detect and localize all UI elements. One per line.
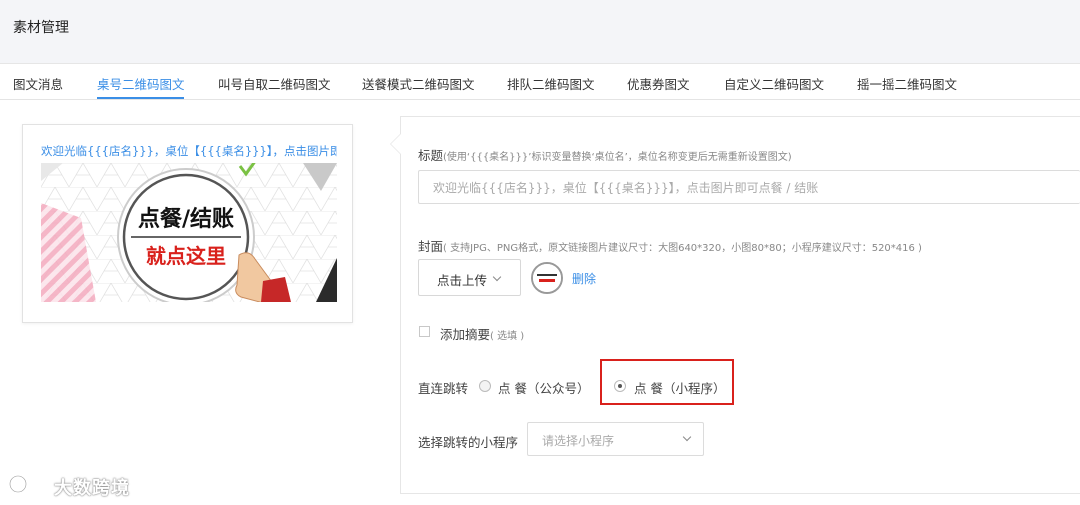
upload-button-label: 点击上传 [437, 273, 488, 288]
jump-option-official-account[interactable]: 点 餐（公众号） [498, 378, 589, 397]
tab-queue-qrcode[interactable]: 排队二维码图文 [507, 74, 595, 93]
title-label-row: 标题(使用‘{{{桌名}}}’标识变量替换‘桌位名’，桌位名称变更后无需重新设置… [418, 145, 792, 164]
chevron-down-icon [682, 432, 692, 442]
preview-card: 欢迎光临{{{店名}}}，桌位【{{{桌名}}}】，点击图片即... 点餐/结账 [22, 124, 353, 323]
cover-thumbnail [531, 262, 563, 294]
cover-label-row: 封面( 支持JPG、PNG格式，原文链接图片建议尺寸：大图640*320，小图8… [418, 236, 922, 255]
add-summary-checkbox[interactable] [419, 326, 430, 337]
title-input-placeholder: 欢迎光临{{{店名}}}，桌位【{{{桌名}}}】，点击图片即可点餐 / 结账 [433, 181, 819, 195]
watermark-logo-icon [8, 474, 44, 494]
preview-banner-image: 点餐/结账 就点这里 [41, 163, 337, 302]
title-hint: (使用‘{{{桌名}}}’标识变量替换‘桌位名’，桌位名称变更后无需重新设置图文… [443, 152, 792, 163]
tab-shake-qrcode[interactable]: 摇一摇二维码图文 [857, 74, 957, 93]
banner-line1: 点餐/结账 [138, 206, 234, 232]
watermark: 大数跨境 [8, 470, 129, 500]
mini-program-placeholder: 请选择小程序 [542, 434, 615, 448]
watermark-text: 大数跨境 [54, 478, 130, 499]
cover-hint: ( 支持JPG、PNG格式，原文链接图片建议尺寸：大图640*320，小图80*… [443, 243, 922, 254]
active-tab-underline [97, 97, 184, 99]
tab-bar: 图文消息 桌号二维码图文 叫号自取二维码图文 送餐模式二维码图文 排队二维码图文… [0, 64, 1080, 100]
summary-hint: ( 选填 ) [490, 331, 525, 342]
title-label: 标题 [418, 148, 444, 163]
mini-program-select[interactable]: 请选择小程序 [527, 422, 704, 456]
jump-radio-mini-program[interactable] [614, 380, 626, 392]
tab-coupon[interactable]: 优惠券图文 [627, 74, 690, 93]
delete-cover-link[interactable]: 删除 [572, 270, 596, 287]
tab-table-qrcode[interactable]: 桌号二维码图文 [97, 74, 185, 93]
summary-label-row: 添加摘要( 选填 ) [440, 324, 524, 343]
jump-option-mini-program[interactable]: 点 餐（小程序） [634, 378, 725, 397]
summary-label: 添加摘要 [440, 327, 491, 342]
chevron-down-icon [492, 272, 502, 282]
preview-title: 欢迎光临{{{店名}}}，桌位【{{{桌名}}}】，点击图片即... [41, 144, 337, 158]
tab-article-message[interactable]: 图文消息 [13, 74, 63, 93]
page-title: 素材管理 [13, 20, 69, 36]
tab-callnumber-qrcode[interactable]: 叫号自取二维码图文 [218, 74, 331, 93]
title-input[interactable]: 欢迎光临{{{店名}}}，桌位【{{{桌名}}}】，点击图片即可点餐 / 结账 [418, 170, 1080, 204]
banner-graphic: 点餐/结账 就点这里 [41, 163, 337, 302]
banner-line2: 就点这里 [146, 244, 226, 268]
page-header: 素材管理 [0, 0, 1080, 64]
jump-label: 直连跳转 [418, 381, 469, 396]
jump-radio-official-account[interactable] [479, 380, 491, 392]
mini-program-label: 选择跳转的小程序 [418, 435, 519, 450]
upload-button[interactable]: 点击上传 [418, 259, 521, 296]
tab-custom-qrcode[interactable]: 自定义二维码图文 [724, 74, 824, 93]
tab-delivery-qrcode[interactable]: 送餐模式二维码图文 [362, 74, 475, 93]
cover-label: 封面 [418, 239, 444, 254]
